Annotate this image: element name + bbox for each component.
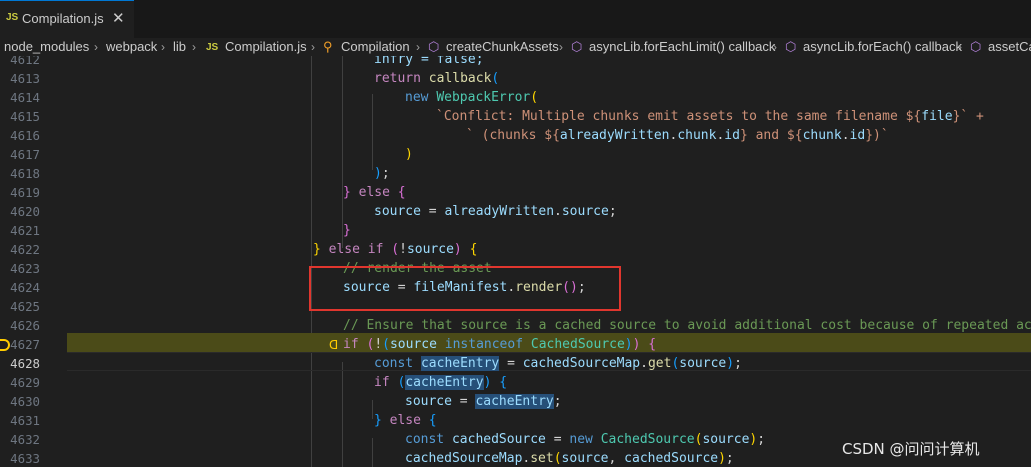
line-number: 4630 xyxy=(10,394,40,409)
line-number: 4632 xyxy=(10,432,40,447)
code-line: source = alreadyWritten.source; xyxy=(374,204,617,219)
code-line: ) xyxy=(405,147,413,162)
breadcrumb-item-asset[interactable]: assetCa xyxy=(988,39,1031,54)
line-number: 4614 xyxy=(10,90,40,105)
line-number: 4613 xyxy=(10,71,40,86)
line-number: 4624 xyxy=(10,280,40,295)
breadcrumb-item-class[interactable]: Compilation xyxy=(341,39,410,54)
code-line: `Conflict: Multiple chunks emit assets t… xyxy=(436,109,984,124)
method-icon: ⬡ xyxy=(428,39,440,54)
line-number: 4617 xyxy=(10,147,40,162)
line-number: 4631 xyxy=(10,413,40,428)
code-line: if (cacheEntry) { xyxy=(374,375,508,390)
chevron-right-icon: › xyxy=(311,40,315,54)
code-line: } xyxy=(343,223,351,238)
indent-guide xyxy=(311,56,312,467)
line-number: 4619 xyxy=(10,185,40,200)
tab-compilation-js[interactable]: JS Compilation.js ✕ xyxy=(0,0,134,38)
close-icon[interactable]: ✕ xyxy=(112,9,125,27)
line-number: 4633 xyxy=(10,451,40,466)
chevron-right-icon: › xyxy=(192,40,196,54)
line-number: 4618 xyxy=(10,166,40,181)
javascript-file-icon: JS xyxy=(6,12,19,23)
breadcrumb-item-node-modules[interactable]: node_modules xyxy=(4,39,89,54)
breadcrumb-item-method[interactable]: createChunkAssets xyxy=(446,39,559,54)
line-number: 4629 xyxy=(10,375,40,390)
code-line: ` (chunks ${alreadyWritten.chunk.id} and… xyxy=(466,128,889,143)
breadcrumb-item-foreach[interactable]: asyncLib.forEach() callback xyxy=(803,39,962,54)
code-editor[interactable]: 4612 4613 4614 4615 4616 4617 4618 4619 … xyxy=(0,56,1031,467)
method-icon: ⬡ xyxy=(785,39,797,54)
class-icon: ⚲ xyxy=(323,39,333,54)
tab-title: Compilation.js xyxy=(22,11,104,26)
line-number-current: 4628 xyxy=(10,356,40,371)
breakpoint-icon[interactable]: ᗡ xyxy=(329,338,338,352)
line-number: 4612 xyxy=(10,56,40,67)
code-line: cachedSourceMap.set(source, cachedSource… xyxy=(405,451,734,466)
line-number: 4625 xyxy=(10,299,40,314)
method-icon: ⬡ xyxy=(970,39,982,54)
code-line: source = cacheEntry; xyxy=(405,394,562,409)
code-line: } else if (!source) { xyxy=(313,242,478,257)
indent-guide xyxy=(342,56,343,248)
indent-guide xyxy=(372,438,373,467)
chevron-right-icon: › xyxy=(559,40,563,54)
breadcrumb-item-file[interactable]: Compilation.js xyxy=(225,39,307,54)
line-number: 4626 xyxy=(10,318,40,333)
code-line: return callback( xyxy=(374,71,500,86)
indent-guide xyxy=(372,94,373,170)
line-number: 4622 xyxy=(10,242,40,257)
code-comment: // Ensure that source is a cached source… xyxy=(343,318,1031,333)
breadcrumb: node_modules › webpack › lib › JS Compil… xyxy=(0,38,1031,56)
code-line: new WebpackError( xyxy=(405,90,539,105)
line-number: 4615 xyxy=(10,109,40,124)
javascript-file-icon: JS xyxy=(206,42,219,53)
method-icon: ⬡ xyxy=(571,39,583,54)
chevron-right-icon: › xyxy=(773,40,777,54)
indent-guide xyxy=(372,400,373,419)
code-line: infry = false; xyxy=(374,56,484,67)
chevron-right-icon: › xyxy=(161,40,165,54)
tab-bar: JS Compilation.js ✕ xyxy=(0,0,1031,38)
chevron-right-icon: › xyxy=(416,40,420,54)
code-line: ); xyxy=(374,166,390,181)
indent-guide xyxy=(342,362,343,467)
code-line: if (!(source instanceof CachedSource)) { xyxy=(343,337,657,352)
breadcrumb-item-webpack[interactable]: webpack xyxy=(106,39,157,54)
line-number: 4623 xyxy=(10,261,40,276)
annotation-box xyxy=(309,266,621,311)
line-number: 4620 xyxy=(10,204,40,219)
breadcrumb-item-lib[interactable]: lib xyxy=(173,39,186,54)
chevron-right-icon: › xyxy=(958,40,962,54)
code-line: } else { xyxy=(343,185,406,200)
chevron-right-icon: › xyxy=(94,40,98,54)
code-line: const cachedSource = new CachedSource(so… xyxy=(405,432,766,447)
line-number: 4616 xyxy=(10,128,40,143)
watermark: CSDN @问问计算机 xyxy=(842,440,980,458)
code-line: const cacheEntry = cachedSourceMap.get(s… xyxy=(374,356,742,371)
code-line: } else { xyxy=(374,413,437,428)
line-number: 4621 xyxy=(10,223,40,238)
breadcrumb-item-foreachlimit[interactable]: asyncLib.forEachLimit() callback xyxy=(589,39,775,54)
